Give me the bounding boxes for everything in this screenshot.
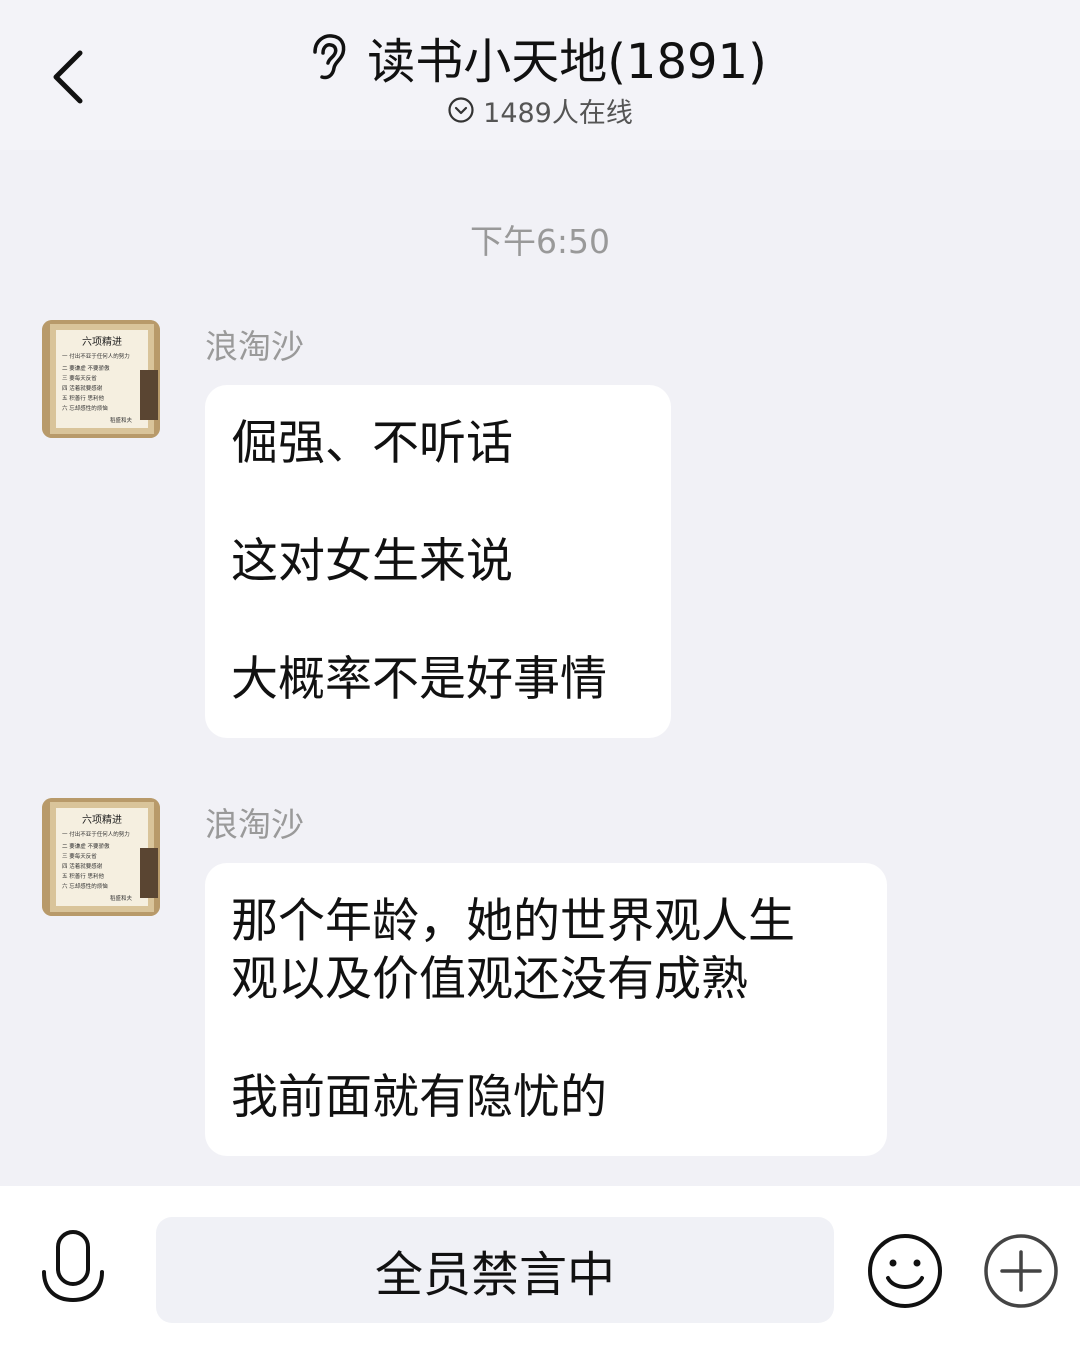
plus-circle-icon <box>984 1234 1058 1308</box>
chat-header: 读书小天地(1891) 1489人在线 <box>0 0 1080 150</box>
message-line: 观以及价值观还没有成熟 <box>231 952 748 1007</box>
svg-text:五 积善行 思利他: 五 积善行 思利他 <box>62 872 104 880</box>
message-line: 这对女生来说 <box>231 534 513 589</box>
svg-text:二 要谦虚 不要骄傲: 二 要谦虚 不要骄傲 <box>62 364 110 372</box>
group-title-row[interactable]: 读书小天地(1891) <box>0 22 1080 92</box>
online-count: 1489人在线 <box>483 97 633 129</box>
avatar[interactable]: 六项精进 一 付出不亚于任何人的努力 二 要谦虚 不要骄傲 三 要每天反省 四 … <box>42 320 160 438</box>
message-line: 那个年龄，她的世界观人生 <box>231 894 795 949</box>
svg-text:一 付出不亚于任何人的努力: 一 付出不亚于任何人的努力 <box>62 352 130 360</box>
svg-text:一 付出不亚于任何人的努力: 一 付出不亚于任何人的努力 <box>62 830 130 838</box>
message-line: 大概率不是好事情 <box>231 652 607 707</box>
svg-text:六 忘却感性的烦恼: 六 忘却感性的烦恼 <box>62 882 108 890</box>
message-bubble[interactable]: 那个年龄，她的世界观人生 观以及价值观还没有成熟 我前面就有隐忧的 <box>205 863 887 1156</box>
avatar-title: 六项精进 <box>82 813 122 826</box>
ear-icon <box>313 34 346 80</box>
svg-text:五 积善行 思利他: 五 积善行 思利他 <box>62 394 104 402</box>
message-bubble[interactable]: 倔强、不听话 这对女生来说 大概率不是好事情 <box>205 385 671 738</box>
voice-button[interactable] <box>38 1228 108 1310</box>
avatar[interactable]: 六项精进 一 付出不亚于任何人的努力 二 要谦虚 不要骄傲 三 要每天反省 四 … <box>42 798 160 916</box>
smiley-icon <box>868 1234 942 1308</box>
microphone-icon <box>42 1230 104 1303</box>
mute-status: 全员禁言中 <box>156 1217 834 1323</box>
svg-text:二 要谦虚 不要骄傲: 二 要谦虚 不要骄傲 <box>62 842 110 850</box>
message-line: 我前面就有隐忧的 <box>231 1070 607 1125</box>
group-title: 读书小天地(1891) <box>367 34 767 90</box>
svg-text:三 要每天反省: 三 要每天反省 <box>62 374 97 382</box>
avatar-title: 六项精进 <box>82 335 122 348</box>
chevron-down-circle-icon <box>448 97 474 123</box>
sender-name: 浪淘沙 <box>205 805 304 844</box>
svg-text:三 要每天反省: 三 要每天反省 <box>62 852 97 860</box>
svg-text:四 活着就要感谢: 四 活着就要感谢 <box>62 862 103 870</box>
emoji-button[interactable] <box>866 1232 944 1310</box>
svg-text:稻盛和夫: 稻盛和夫 <box>110 416 133 424</box>
message-line: 倔强、不听话 <box>231 416 513 471</box>
online-status[interactable]: 1489人在线 <box>0 90 1080 130</box>
more-button[interactable] <box>982 1232 1060 1310</box>
svg-text:六 忘却感性的烦恼: 六 忘却感性的烦恼 <box>62 404 108 412</box>
sender-name: 浪淘沙 <box>205 327 304 366</box>
message-timestamp: 下午6:50 <box>469 222 611 261</box>
svg-text:四 活着就要感谢: 四 活着就要感谢 <box>62 384 103 392</box>
svg-text:稻盛和夫: 稻盛和夫 <box>110 894 133 902</box>
